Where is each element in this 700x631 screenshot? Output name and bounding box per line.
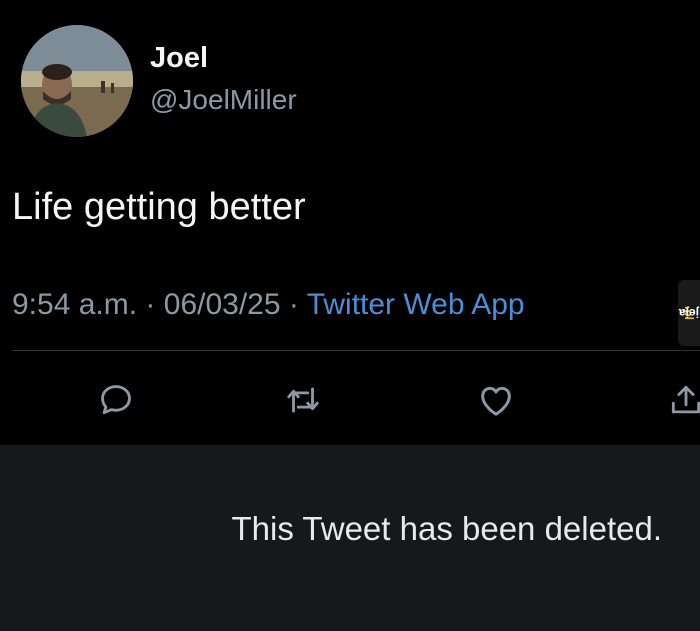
- tweet-metadata: 9:54 a.m. · 06/03/25 · Twitter Web App: [12, 285, 525, 325]
- tweet-card: Joel @JoelMiller Life getting better 9:5…: [0, 0, 700, 445]
- divider: [12, 350, 700, 351]
- heart-icon: [481, 386, 511, 416]
- retweet-icon: [287, 387, 319, 413]
- tweet-time[interactable]: 9:54 a.m.: [12, 288, 137, 321]
- tweet-text: Life getting better: [12, 186, 306, 228]
- site-watermark: jeja .pl: [678, 280, 700, 346]
- speech-bubble-icon: [101, 385, 131, 415]
- deleted-tweet-notice: This Tweet has been deleted.: [231, 510, 662, 547]
- reply-button[interactable]: [94, 378, 138, 422]
- meta-separator: ·: [288, 288, 299, 321]
- deleted-tweet-panel: This Tweet has been deleted.: [0, 445, 700, 631]
- watermark-text: jeja: [678, 306, 700, 320]
- avatar-photo: [21, 25, 133, 137]
- meta-separator: ·: [145, 288, 156, 321]
- avatar[interactable]: [21, 25, 133, 137]
- like-button[interactable]: [474, 378, 518, 422]
- author-handle[interactable]: @JoelMiller: [150, 82, 297, 118]
- author-name[interactable]: Joel: [150, 40, 208, 76]
- share-button[interactable]: [664, 378, 700, 422]
- tweet-date[interactable]: 06/03/25: [164, 288, 281, 321]
- tweet-actions-bar: [0, 372, 700, 428]
- retweet-button[interactable]: [281, 378, 325, 422]
- source-app-link[interactable]: Twitter Web App: [307, 288, 525, 321]
- share-upload-icon: [671, 385, 700, 414]
